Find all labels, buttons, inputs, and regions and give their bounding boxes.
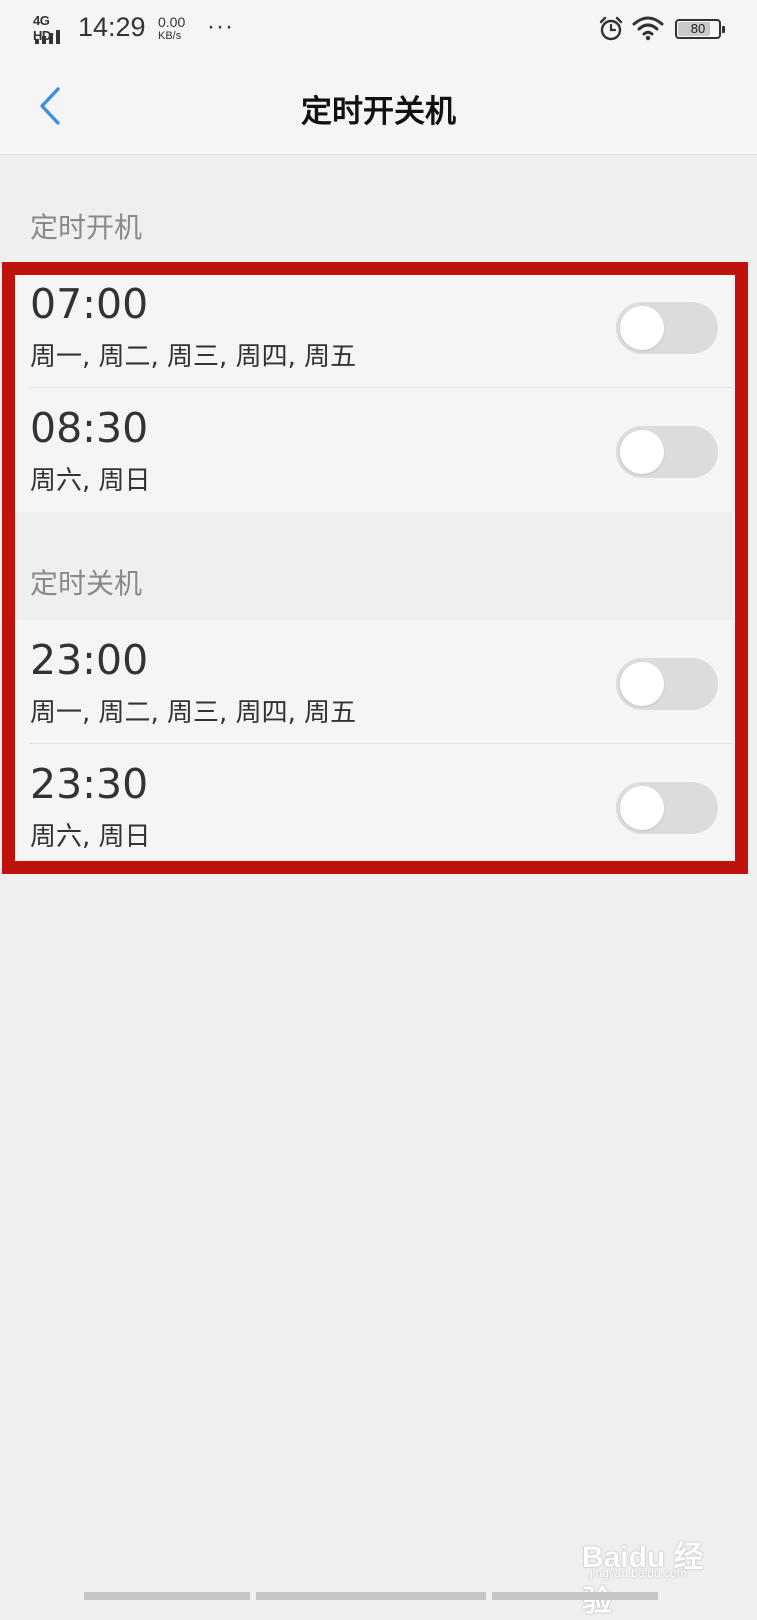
toggle-knob <box>620 430 664 474</box>
watermark-url: jingyan.baidu.com <box>590 1566 687 1580</box>
alarm-icon <box>599 16 623 41</box>
cellular-signal-icon: 4G HD <box>33 13 69 44</box>
schedule-days: 周一, 周二, 周三, 周四, 周五 <box>30 342 357 372</box>
schedule-row-power-off-2[interactable]: 23:30 周六, 周日 <box>14 744 732 860</box>
toggle-knob <box>620 306 664 350</box>
speed-unit: KB/s <box>158 30 182 42</box>
battery-level: 80 <box>690 21 706 36</box>
page-title: 定时开关机 <box>301 94 456 130</box>
more-notifications-icon: ··· <box>207 13 234 40</box>
schedule-days: 周六, 周日 <box>30 822 151 852</box>
schedule-days: 周六, 周日 <box>30 466 151 496</box>
speed-value: 0.00 <box>158 14 186 30</box>
schedule-time: 23:00 <box>30 636 149 684</box>
schedule-toggle[interactable] <box>616 782 718 834</box>
schedule-row-power-on-2[interactable]: 08:30 周六, 周日 <box>14 388 732 512</box>
schedule-time: 23:30 <box>30 760 149 808</box>
watermark: Baidu 经验 jingyan.baidu.com <box>582 1510 732 1618</box>
toggle-knob <box>620 786 664 830</box>
schedule-toggle[interactable] <box>616 426 718 478</box>
nav-hint-left[interactable] <box>84 1592 250 1600</box>
network-speed: 0.00 KB/s <box>158 15 198 43</box>
schedule-days: 周一, 周二, 周三, 周四, 周五 <box>30 698 357 728</box>
schedule-toggle[interactable] <box>616 658 718 710</box>
toggle-knob <box>620 662 664 706</box>
battery-icon: 80 <box>675 19 725 39</box>
nav-hint-right[interactable] <box>492 1592 658 1600</box>
schedule-toggle[interactable] <box>616 302 718 354</box>
status-time: 14:29 <box>78 12 146 42</box>
wifi-icon <box>632 16 664 41</box>
nav-hint-center[interactable] <box>256 1592 486 1600</box>
schedule-time: 07:00 <box>30 280 149 328</box>
app-header: 定时开关机 <box>0 58 757 155</box>
schedule-time: 08:30 <box>30 404 149 452</box>
schedule-row-power-off-1[interactable]: 23:00 周一, 周二, 周三, 周四, 周五 <box>14 620 732 744</box>
section-label-power-off: 定时关机 <box>30 567 143 600</box>
section-label-power-on: 定时开机 <box>30 211 143 244</box>
schedule-row-power-on-1[interactable]: 07:00 周一, 周二, 周三, 周四, 周五 <box>14 264 732 388</box>
status-bar: 4G HD 14:29 0.00 KB/s ··· 80 <box>0 0 757 58</box>
